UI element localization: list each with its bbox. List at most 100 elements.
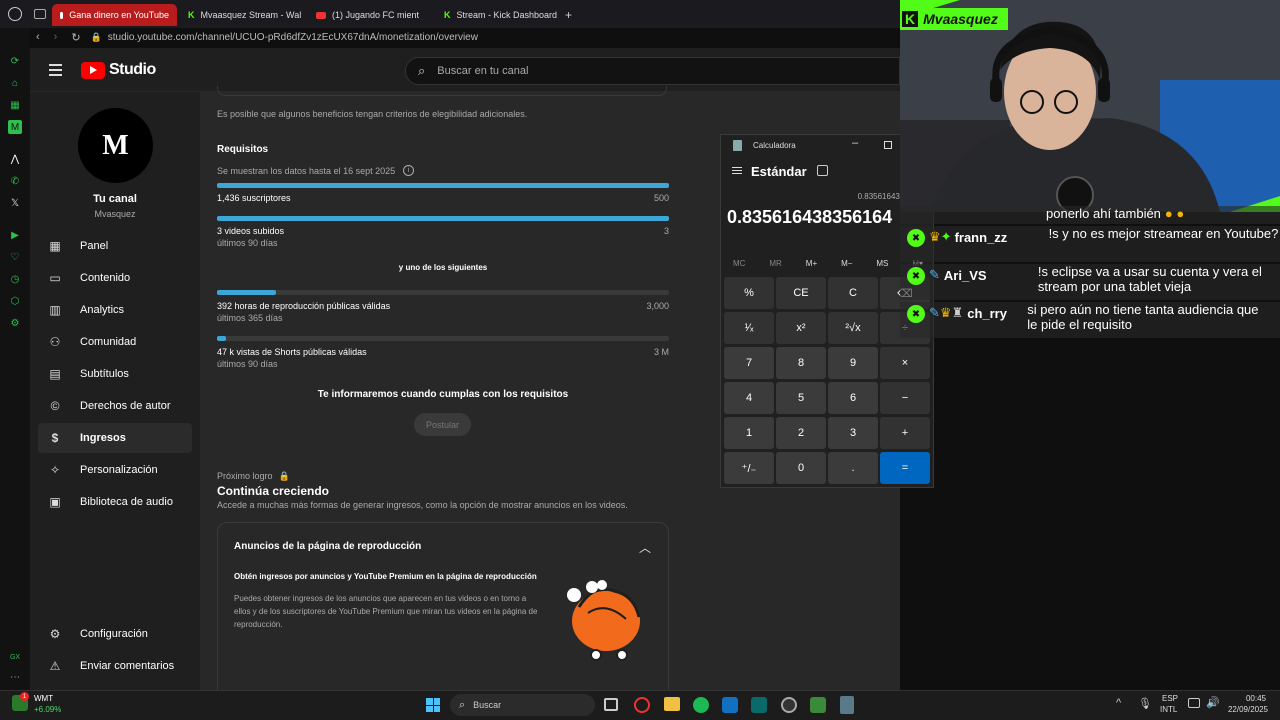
reload-icon[interactable]: ↻ <box>71 31 80 44</box>
key-3[interactable]: 3 <box>828 417 878 449</box>
shorts-views-target: 3 M <box>653 347 669 357</box>
keep-on-top-icon[interactable] <box>817 165 828 176</box>
chevron-up-icon[interactable]: ︿ <box>639 539 651 556</box>
opera-menu-icon[interactable] <box>8 7 22 21</box>
clock-date[interactable]: 22/09/2025 <box>1222 705 1268 714</box>
minimize-icon[interactable]: – <box>852 137 858 149</box>
key-9[interactable]: 9 <box>828 347 878 379</box>
calculator-app-icon[interactable] <box>840 696 854 714</box>
percent-key[interactable]: % <box>724 277 774 309</box>
key-4[interactable]: 4 <box>724 382 774 414</box>
file-explorer-icon[interactable] <box>664 697 680 711</box>
gx-icon[interactable]: GX <box>8 650 22 664</box>
key-8[interactable]: 8 <box>776 347 826 379</box>
tab-fc[interactable]: (1) Jugando FC mient <box>308 4 433 26</box>
sidebar-item-copyright[interactable]: © Derechos de autor <box>38 391 192 421</box>
keyboard-layout[interactable]: INTL <box>1160 705 1177 714</box>
sqrt-key[interactable]: ²√x <box>828 312 878 344</box>
extensions-icon[interactable]: ⬡ <box>8 294 22 308</box>
sidebar-item-subtitles[interactable]: ▤ Subtítulos <box>38 359 192 389</box>
key-0[interactable]: 0 <box>776 452 826 484</box>
info-icon[interactable]: i <box>403 165 415 176</box>
tab-kick-stream[interactable]: K Mvaasquez Stream - Wal <box>180 4 305 26</box>
spotify-icon[interactable] <box>693 697 709 713</box>
shorts-views-bar <box>217 336 669 341</box>
apply-button[interactable]: Postular <box>414 413 471 436</box>
language-indicator[interactable]: ESP <box>1162 694 1178 703</box>
ads-card-title[interactable]: Anuncios de la página de reproducción <box>234 541 421 552</box>
tab-kick-dashboard[interactable]: K Stream - Kick Dashboard <box>436 4 561 26</box>
menu-icon[interactable] <box>49 61 62 79</box>
calculator-menu-icon[interactable] <box>732 165 742 176</box>
refresh-icon[interactable]: ⟳ <box>8 54 22 68</box>
back-icon[interactable]: ‹ <box>36 31 40 43</box>
square-key[interactable]: x² <box>776 312 826 344</box>
reciprocal-key[interactable]: ¹⁄ₓ <box>724 312 774 344</box>
opera-gx-icon[interactable] <box>634 697 650 713</box>
c-key[interactable]: C <box>828 277 878 309</box>
videos-label: 3 videos subidos <box>217 226 285 236</box>
store-icon[interactable] <box>722 697 738 713</box>
forward-icon[interactable]: › <box>54 31 58 43</box>
clock-time[interactable]: 00:45 <box>1228 694 1266 703</box>
key-5[interactable]: 5 <box>776 382 826 414</box>
settings-icon[interactable]: ⚙ <box>8 316 22 330</box>
whatsapp-desktop-icon[interactable] <box>810 697 826 713</box>
sidebar-item-audio-library[interactable]: ▣ Biblioteca de audio <box>38 487 192 517</box>
key-7[interactable]: 7 <box>724 347 774 379</box>
taskbar: 1 WMT +6.09% ⌕ Buscar ^ 🎙 ESP INTL 🔊 00:… <box>0 690 1280 720</box>
obs-icon[interactable] <box>781 697 797 713</box>
mc-button[interactable]: MC <box>733 259 745 268</box>
studio-logo[interactable]: Studio <box>81 61 156 79</box>
sidebar-item-content[interactable]: ▭ Contenido <box>38 263 192 293</box>
channel-search[interactable]: ⌕ Buscar en tu canal <box>405 57 900 85</box>
tab-youtube[interactable]: Gana dinero en YouTube <box>52 4 177 26</box>
sidebar-item-panel[interactable]: ▦ Panel <box>38 231 192 261</box>
wallet-icon[interactable]: ▦ <box>8 98 22 112</box>
key-2[interactable]: 2 <box>776 417 826 449</box>
sidebar-item-earn[interactable]: $ Ingresos <box>38 423 192 453</box>
more-icon[interactable]: ⋯ <box>8 670 22 684</box>
tab-islands-icon[interactable] <box>34 9 46 19</box>
task-view-icon[interactable] <box>604 698 618 711</box>
ms-button[interactable]: MS <box>876 259 888 268</box>
browser-sidebar: O ⟳ ⌂ ▦ M ⋀ ✆ 𝕏 ▶ ♡ ◷ ⬡ ⚙ GX ⋯ <box>0 0 30 690</box>
negate-key[interactable]: ⁺/₋ <box>724 452 774 484</box>
messenger-icon[interactable]: M <box>8 120 22 134</box>
terminal-icon[interactable] <box>751 697 767 713</box>
ce-key[interactable]: CE <box>776 277 826 309</box>
ai-icon[interactable]: ⋀ <box>8 152 22 166</box>
shopping-icon[interactable]: ⌂ <box>8 76 22 90</box>
sidebar-item-feedback[interactable]: ⚠ Enviar comentarios <box>38 651 192 681</box>
sidebar-item-customization[interactable]: ✧ Personalización <box>38 455 192 485</box>
player-icon[interactable]: ▶ <box>8 228 22 242</box>
whatsapp-icon[interactable]: ✆ <box>8 174 22 188</box>
search-icon: ⌕ <box>418 63 426 78</box>
key-1[interactable]: 1 <box>724 417 774 449</box>
sidebar-item-community[interactable]: ⚇ Comunidad <box>38 327 192 357</box>
sidebar-item-analytics[interactable]: ▥ Analytics <box>38 295 192 325</box>
tray-overflow-icon[interactable]: ^ <box>1116 697 1121 709</box>
maximize-icon[interactable] <box>884 141 892 149</box>
windows-start-icon[interactable] <box>426 698 440 712</box>
m-plus-button[interactable]: M+ <box>806 259 817 268</box>
decimal-key[interactable]: . <box>828 452 878 484</box>
channel-avatar[interactable]: M <box>78 108 153 183</box>
new-tab-icon[interactable]: + <box>565 8 572 22</box>
mr-button[interactable]: MR <box>769 259 781 268</box>
m-minus-button[interactable]: M− <box>841 259 852 268</box>
heart-icon[interactable]: ♡ <box>8 250 22 264</box>
mod-badge-icon: ✖ <box>907 267 925 285</box>
taskbar-search[interactable]: ⌕ Buscar <box>450 694 595 716</box>
stock-name[interactable]: WMT <box>34 694 53 703</box>
microphone-icon[interactable]: 🎙 <box>1138 697 1152 710</box>
key-6[interactable]: 6 <box>828 382 878 414</box>
sidebar-item-settings[interactable]: ⚙ Configuración <box>38 619 192 649</box>
chat-message: ✖ ♛ ✦ frann_zz !s y no es mejor streamea… <box>900 226 1280 262</box>
network-icon[interactable] <box>1188 698 1200 708</box>
volume-icon[interactable]: 🔊 <box>1206 696 1220 709</box>
x-icon[interactable]: 𝕏 <box>8 196 22 210</box>
search-input[interactable]: Buscar en tu canal <box>437 65 528 77</box>
url-field[interactable]: studio.youtube.com/channel/UCUO-pRd6dfZv… <box>108 32 478 43</box>
history-icon[interactable]: ◷ <box>8 272 22 286</box>
